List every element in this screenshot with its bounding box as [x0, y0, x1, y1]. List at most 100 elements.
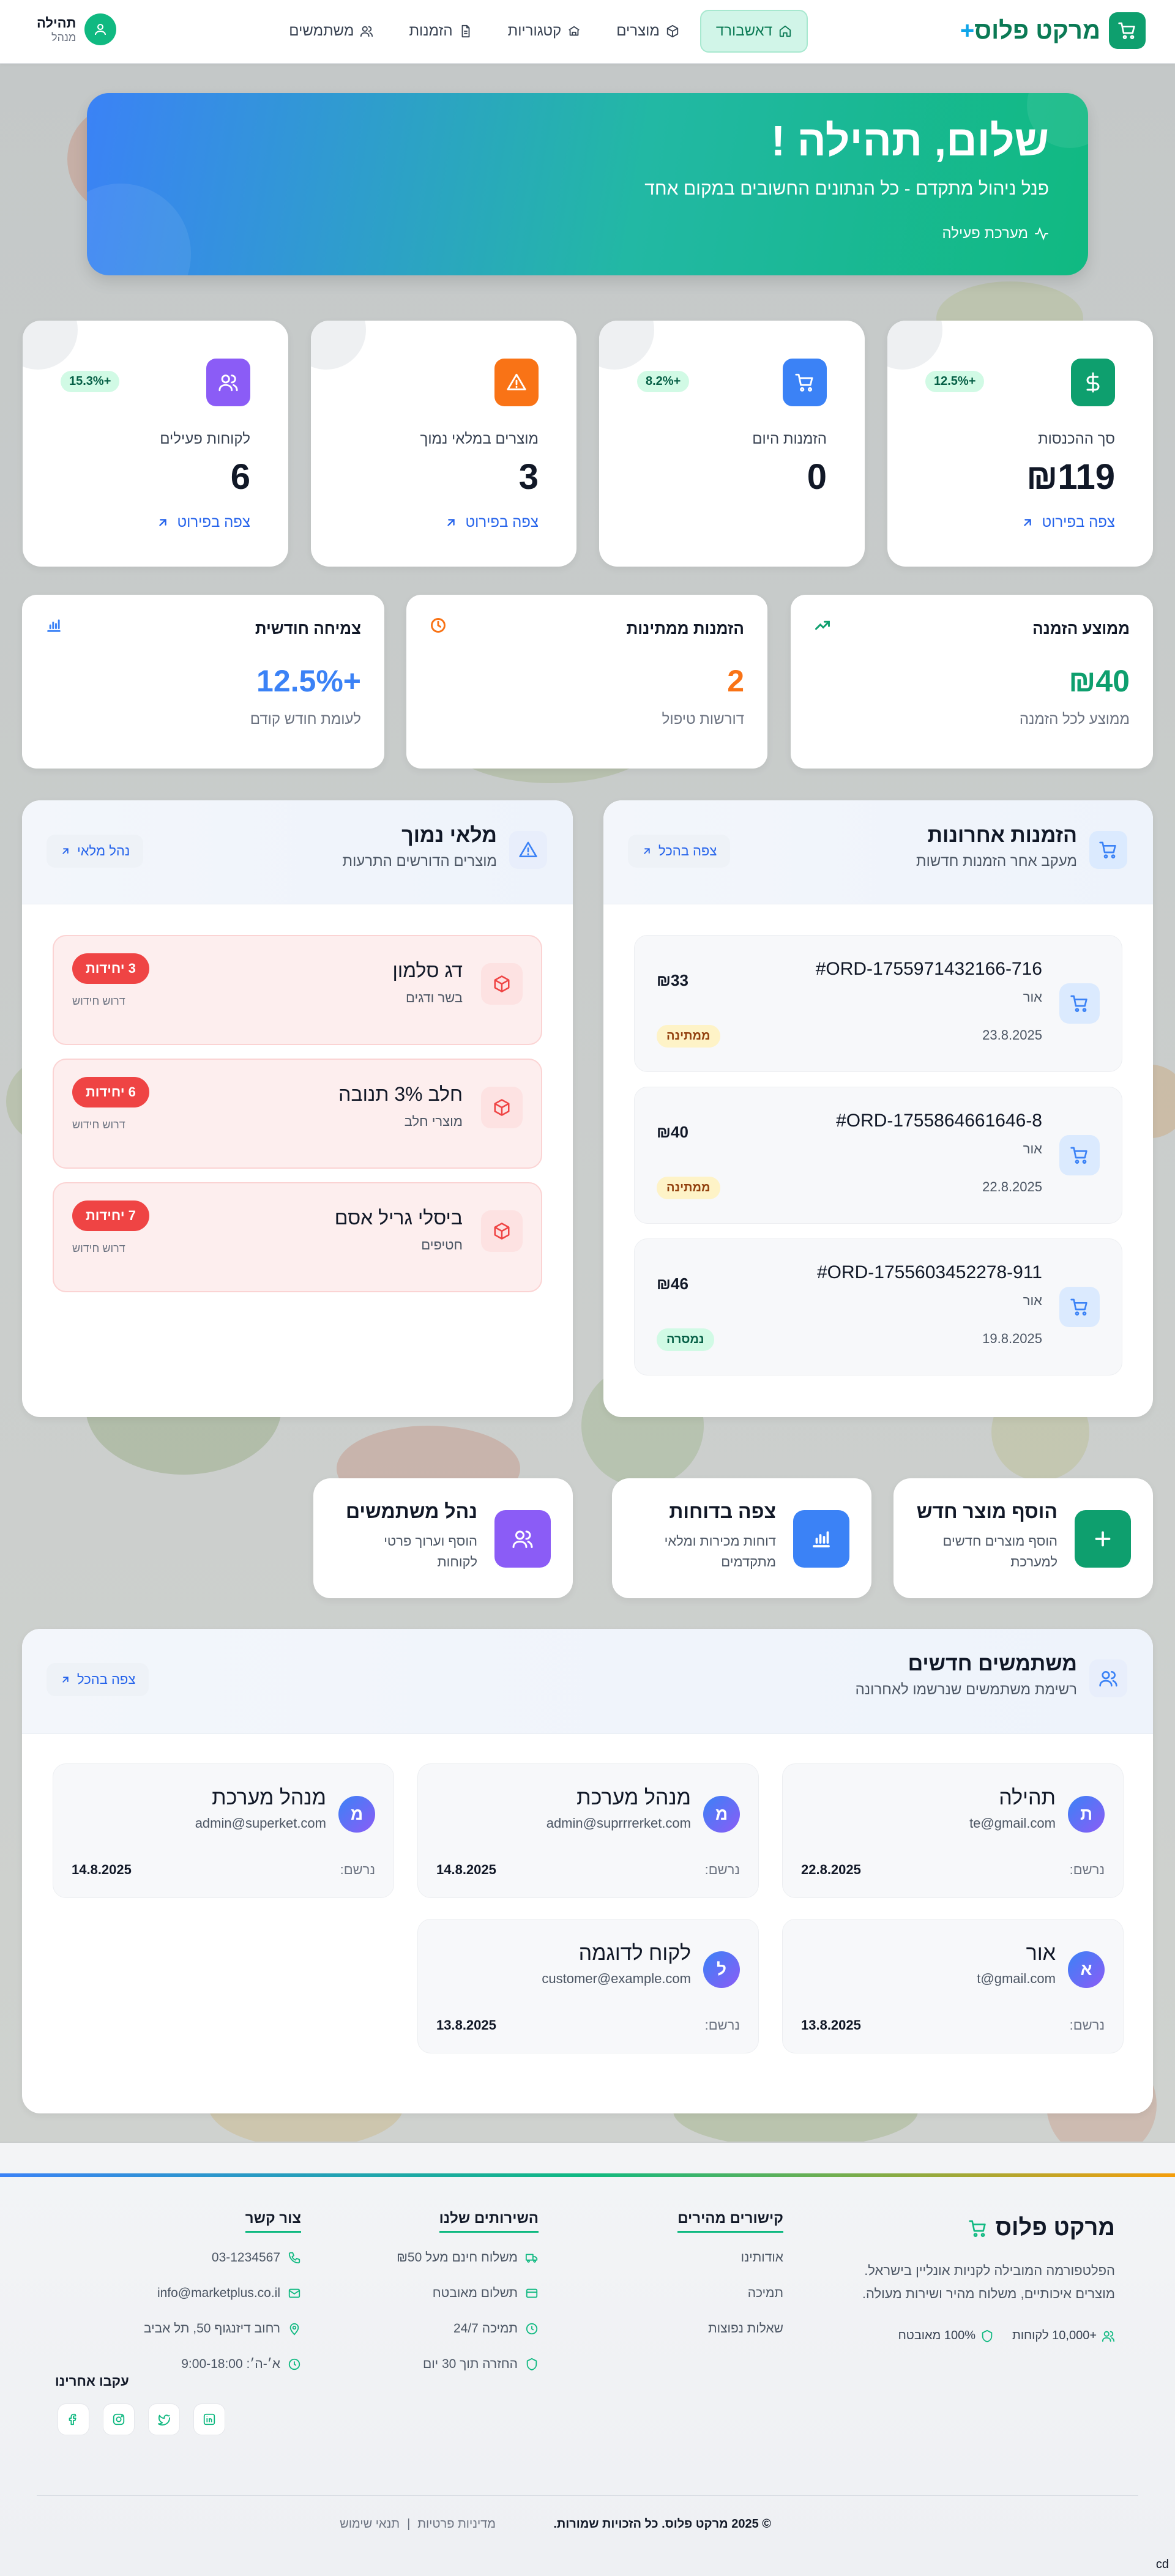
arrow-up-right-icon	[1021, 516, 1034, 529]
view-reports-card[interactable]: צפה בדוחות דוחות מכירות ומלאי מתקדמים	[612, 1478, 871, 1598]
order-row[interactable]: #ORD-1755971432166-716 אור 23.8.2025 ₪33…	[634, 935, 1122, 1072]
order-row[interactable]: #ORD-1755864661646-8 אור 22.8.2025 ₪40 מ…	[634, 1087, 1122, 1224]
warning-icon	[509, 831, 547, 869]
credit-card-icon	[525, 2287, 539, 2300]
decorative-circle	[887, 321, 942, 370]
user-card[interactable]: מ מנהל מערכת admin@suprrrerket.com נרשם:…	[417, 1763, 759, 1898]
nav-orders[interactable]: הזמנות	[394, 10, 487, 53]
footer-link-support[interactable]: תמיכה	[677, 2282, 783, 2305]
social-links	[58, 2403, 225, 2435]
cart-icon	[1109, 12, 1146, 49]
user-email: admin@suprrrerket.com	[546, 1815, 691, 1831]
view-all-users-button[interactable]: צפה בהכל	[47, 1663, 149, 1696]
footer-description: הפלטפורמה המובילה לקניות אונליין בישראל.…	[862, 2263, 1115, 2301]
low-stock-item[interactable]: דג סלמון בשר ודגים 3 יחידות דרוש חידוש	[53, 935, 542, 1045]
footer-link-faq[interactable]: שאלות נפוצות	[677, 2317, 783, 2340]
corner-label: cd	[1155, 2558, 1169, 2571]
growth-badge: +8.2%	[637, 371, 690, 392]
panel-subtitle: רשימת משתמשים שנרשמו לאחרונה	[855, 1681, 1077, 1698]
order-row[interactable]: #ORD-1755603452278-911 אור 19.8.2025 ₪46…	[634, 1238, 1122, 1375]
low-stock-item[interactable]: חלב 3% תנובה מוצרי חלב 6 יחידות דרוש חיד…	[53, 1059, 542, 1169]
contact-column: צור קשר 03-1234567 info@marketplus.co.il…	[144, 2210, 301, 2388]
footer-link-about[interactable]: אודותינו	[677, 2246, 783, 2269]
nav-dashboard[interactable]: דאשבורד	[699, 10, 808, 53]
nav-products[interactable]: מוצרים	[602, 10, 694, 53]
arrow-up-right-icon	[444, 516, 458, 529]
instagram-icon[interactable]	[103, 2403, 135, 2435]
welcome-title: שלום, תהילה !	[770, 117, 1049, 165]
contact-label: 03-1234567	[211, 2250, 280, 2265]
stat-card-low-stock: מוצרים במלאי נמוך 3 צפה בפירוט	[311, 321, 576, 567]
registered-date: 22.8.2025	[801, 1862, 861, 1877]
stat-card-active-customers: +15.3% לקוחות פעילים 6 צפה בפירוט	[23, 321, 288, 567]
view-details-link[interactable]: צפה בפירוט	[1021, 514, 1115, 531]
view-details-link[interactable]: צפה בפירוט	[444, 514, 539, 531]
cart-icon	[1059, 1135, 1100, 1175]
view-details-label: צפה בפירוט	[1042, 514, 1115, 530]
quick-links-column: קישורים מהירים אודותינו תמיכה שאלות נפוצ…	[677, 2210, 783, 2353]
avatar: מ	[703, 1796, 740, 1833]
avatar: א	[1068, 1951, 1105, 1988]
panel-subtitle: מעקב אחר הזמנות חדשות	[916, 853, 1077, 869]
twitter-icon[interactable]	[148, 2403, 180, 2435]
linkedin-icon[interactable]	[193, 2403, 225, 2435]
stat-card-orders-today: +8.2% הזמנות היום 0	[599, 321, 865, 567]
user-card[interactable]: ל לקוח לדוגמה customer@example.com נרשם:…	[417, 1919, 759, 2053]
user-card[interactable]: מ מנהל מערכת admin@superket.com נרשם: 14…	[53, 1763, 394, 1898]
panel-title: מלאי נמוך	[401, 824, 497, 847]
user-name: תהילה	[37, 15, 76, 31]
user-name: מנהל מערכת	[576, 1786, 691, 1809]
manage-users-card[interactable]: נהל משתמשים הוסף וערוך פרטי לקוחות	[313, 1478, 573, 1598]
stat-value: 3	[518, 457, 539, 497]
mini-card-pending-orders: הזמנות ממתינות 2 דורשות טיפול	[406, 595, 767, 769]
action-subtitle: הוסף וערוך פרטי לקוחות	[384, 1533, 477, 1569]
box-icon	[481, 1210, 523, 1252]
shield-icon	[980, 2329, 994, 2343]
mini-card-value: ₪40	[1069, 664, 1130, 698]
nav-categories[interactable]: קטגוריות	[493, 10, 596, 53]
facebook-icon[interactable]	[58, 2403, 89, 2435]
footer-divider	[37, 2495, 1138, 2496]
mini-card-title: ממוצע הזמנה	[1032, 619, 1130, 638]
footer-meta: +10,000 לקוחות 100% מאובטח	[898, 2329, 1115, 2343]
logo-plus: +	[960, 17, 975, 44]
manage-stock-button[interactable]: נהל מלאי	[47, 835, 144, 868]
separator: |	[407, 2517, 411, 2531]
warning-icon	[494, 359, 539, 406]
nav-users[interactable]: משתמשים	[274, 10, 388, 53]
action-subtitle: הוסף מוצרים חדשים למערכת	[942, 1533, 1058, 1569]
view-details-link[interactable]: צפה בפירוט	[156, 514, 250, 531]
terms-link[interactable]: תנאי שימוש	[340, 2517, 400, 2531]
add-product-card[interactable]: הוסף מוצר חדש הוסף מוצרים חדשים למערכת	[893, 1478, 1153, 1598]
users-icon	[1089, 1659, 1127, 1697]
user-name: אור	[1026, 1941, 1056, 1965]
restock-note: דרוש חידוש	[72, 1119, 125, 1131]
view-all-orders-button[interactable]: צפה בהכל	[628, 835, 731, 868]
recent-orders-panel: הזמנות אחרונות מעקב אחר הזמנות חדשות צפה…	[603, 800, 1153, 1417]
service-label: תשלום מאובטח	[432, 2286, 518, 2300]
bar-chart-icon	[45, 617, 62, 634]
service-label: החזרה תוך 30 יום	[422, 2357, 518, 2371]
panel-title: משתמשים חדשים	[908, 1652, 1077, 1675]
shield-icon	[525, 2358, 539, 2371]
secure-label: 100% מאובטח	[898, 2329, 975, 2342]
service-item: תמיכה 24/7	[397, 2317, 539, 2340]
privacy-link[interactable]: מדיניות פרטיות	[417, 2517, 496, 2531]
site-logo[interactable]: מרקט פלוס+	[960, 12, 1146, 49]
decorative-circle	[23, 321, 78, 370]
mini-card-note: ממוצע לכל הזמנה	[1019, 711, 1130, 728]
user-menu[interactable]: תהילה מנהל	[37, 13, 117, 45]
order-price: ₪40	[657, 1123, 688, 1141]
contact-phone[interactable]: 03-1234567	[144, 2246, 301, 2269]
column-title: קישורים מהירים	[677, 2210, 783, 2233]
user-card[interactable]: ת תהילה te@gmail.com נרשם: 22.8.2025	[782, 1763, 1124, 1898]
contact-email[interactable]: info@marketplus.co.il	[144, 2282, 301, 2305]
user-card[interactable]: א אור t@gmail.com נרשם: 13.8.2025	[782, 1919, 1124, 2053]
bar-chart-icon	[793, 1510, 849, 1568]
nav-orders-label: הזמנות	[409, 23, 453, 39]
home-icon	[778, 24, 792, 38]
order-customer: אור	[1023, 1293, 1042, 1308]
top-navigation-bar: מרקט פלוס+ דאשבורד מוצרים קטגוריות הזמנו…	[0, 0, 1175, 64]
low-stock-item[interactable]: ביסלי גריל אסם חטיפים 7 יחידות דרוש חידו…	[53, 1182, 542, 1292]
status-badge: ממתינה	[657, 1177, 720, 1199]
